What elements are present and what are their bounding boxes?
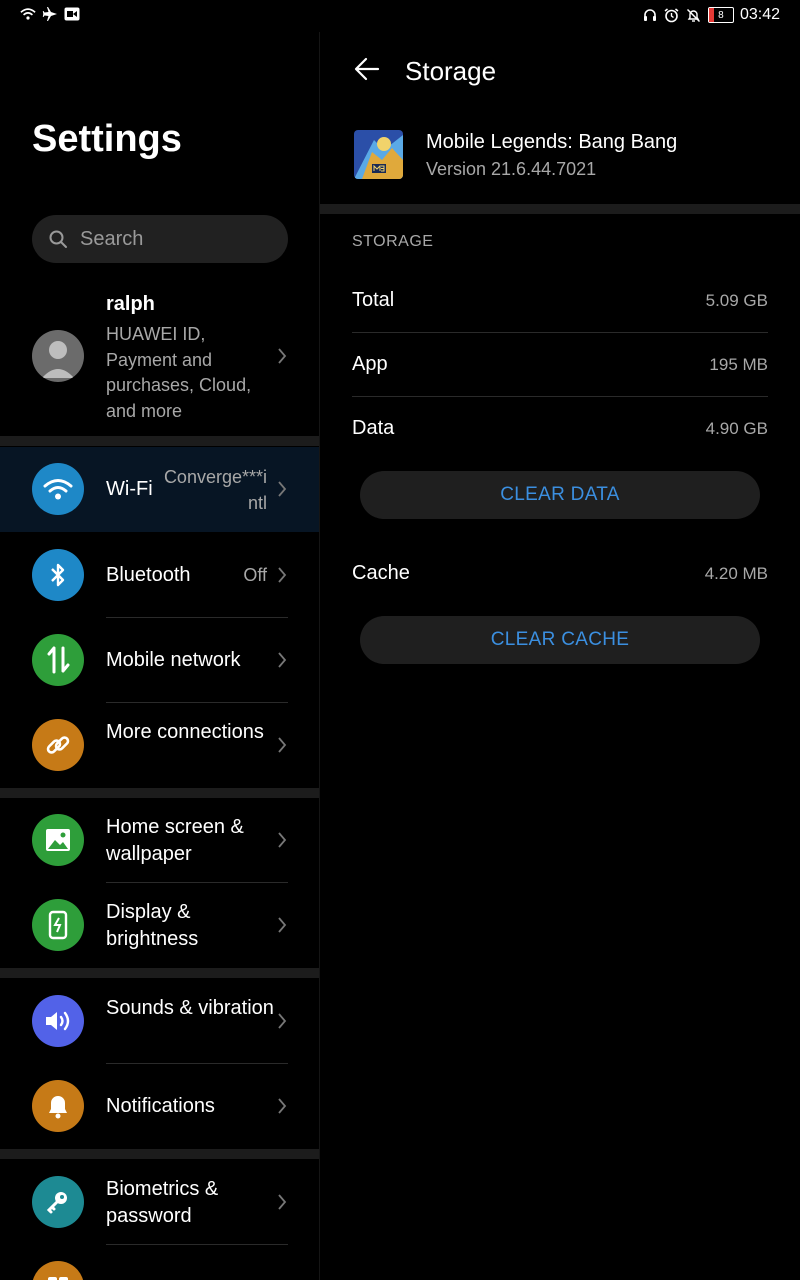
storage-title: Storage xyxy=(405,56,497,86)
settings-item-home-screen[interactable]: Home screen & wallpaper xyxy=(0,798,319,883)
chevron-right-icon xyxy=(277,916,287,934)
settings-item-notifications[interactable]: Notifications xyxy=(0,1064,319,1149)
settings-item-biometrics[interactable]: Biometrics & password xyxy=(0,1160,319,1245)
storage-row-label: App xyxy=(352,353,388,375)
status-bar: 8 03:42 xyxy=(0,0,800,32)
bell-icon xyxy=(32,1080,84,1132)
key-icon xyxy=(32,1176,84,1228)
storage-row-label: Cache xyxy=(352,562,410,584)
storage-row-cache: Cache 4.20 MB xyxy=(352,542,768,606)
search-icon xyxy=(48,229,68,249)
chevron-right-icon xyxy=(277,651,287,669)
chevron-right-icon xyxy=(277,736,287,754)
settings-item-sounds[interactable]: Sounds & vibration xyxy=(0,979,319,1064)
status-right-icons: 8 03:42 xyxy=(642,6,780,24)
search-input[interactable]: Search xyxy=(32,215,288,263)
chevron-right-icon xyxy=(277,831,287,849)
avatar xyxy=(32,330,84,382)
airplane-icon xyxy=(42,6,58,22)
settings-item-label: Bluetooth xyxy=(106,564,191,586)
storage-row-data: Data 4.90 GB xyxy=(352,397,768,461)
wifi-icon xyxy=(20,6,36,22)
clear-data-button[interactable]: CLEAR DATA xyxy=(360,471,760,519)
storage-row-total: Total 5.09 GB xyxy=(352,269,768,333)
chevron-right-icon xyxy=(277,1012,287,1030)
settings-item-label: Notifications xyxy=(106,1095,215,1117)
settings-item-label: Biometrics & password xyxy=(106,1178,219,1227)
settings-item-value: Off xyxy=(243,565,267,585)
screen-record-icon xyxy=(64,6,80,22)
settings-item-label: Mobile network xyxy=(106,649,241,671)
wifi-icon xyxy=(32,463,84,515)
bluetooth-icon xyxy=(32,549,84,601)
link-icon xyxy=(32,719,84,771)
clear-cache-button[interactable]: CLEAR CACHE xyxy=(360,616,760,664)
back-arrow-icon[interactable] xyxy=(354,56,380,82)
app-version: Version 21.6.44.7021 xyxy=(426,159,597,179)
storage-row-app: App 195 MB xyxy=(352,333,768,397)
storage-row-value: 4.90 GB xyxy=(705,419,768,438)
settings-item-label: Display & brightness xyxy=(106,901,199,950)
group-separator xyxy=(0,1149,319,1159)
speaker-icon xyxy=(32,995,84,1047)
storage-row-value: 4.20 MB xyxy=(704,564,768,583)
chevron-right-icon xyxy=(277,566,287,584)
image-icon xyxy=(32,814,84,866)
chevron-right-icon xyxy=(277,1097,287,1115)
group-separator xyxy=(0,436,319,446)
storage-row-value: 5.09 GB xyxy=(705,291,768,310)
section-separator xyxy=(320,204,800,214)
settings-item-display[interactable]: Display & brightness xyxy=(0,883,319,968)
headset-icon xyxy=(642,7,658,23)
battery-level: 8 xyxy=(718,9,724,21)
storage-row-label: Total xyxy=(352,289,395,311)
search-placeholder: Search xyxy=(80,227,144,250)
apps-icon xyxy=(32,1261,84,1280)
settings-item-bluetooth[interactable]: Bluetooth Off xyxy=(0,533,319,618)
status-left-icons xyxy=(20,6,80,22)
settings-item-value: Converge***intl xyxy=(163,467,267,513)
notifications-off-icon xyxy=(686,7,702,23)
alarm-icon xyxy=(664,7,680,23)
storage-row-label: Data xyxy=(352,417,395,439)
settings-item-mobile-network[interactable]: Mobile network xyxy=(0,618,319,703)
pane-divider xyxy=(319,32,320,1280)
chevron-right-icon xyxy=(277,1193,287,1211)
settings-item-label: Sounds & vibration xyxy=(106,997,274,1019)
chevron-right-icon xyxy=(277,480,287,498)
settings-item-apps[interactable] xyxy=(0,1245,319,1280)
chevron-right-icon xyxy=(277,347,287,365)
group-separator xyxy=(0,968,319,978)
settings-item-more-connections[interactable]: More connections xyxy=(0,703,319,788)
storage-row-value: 195 MB xyxy=(709,355,768,374)
clock: 03:42 xyxy=(739,6,780,23)
app-name: Mobile Legends: Bang Bang xyxy=(426,131,678,153)
page-title: Settings xyxy=(32,118,182,160)
storage-section-label: STORAGE xyxy=(352,233,434,250)
mobile-data-icon xyxy=(32,634,84,686)
settings-item-wifi[interactable]: Wi-Fi Converge***intl xyxy=(0,447,319,532)
settings-item-label: Wi-Fi xyxy=(106,478,153,500)
account-row[interactable]: ralph HUAWEI ID, Payment and purchases, … xyxy=(0,285,319,435)
account-description: HUAWEI ID, Payment and purchases, Cloud,… xyxy=(106,324,252,421)
app-icon xyxy=(354,130,403,179)
group-separator xyxy=(0,788,319,798)
account-name: ralph xyxy=(106,293,155,315)
battery-icon: 8 xyxy=(707,7,734,23)
display-icon xyxy=(32,899,84,951)
settings-item-label: More connections xyxy=(106,721,264,743)
settings-item-label: Home screen & wallpaper xyxy=(106,816,244,865)
